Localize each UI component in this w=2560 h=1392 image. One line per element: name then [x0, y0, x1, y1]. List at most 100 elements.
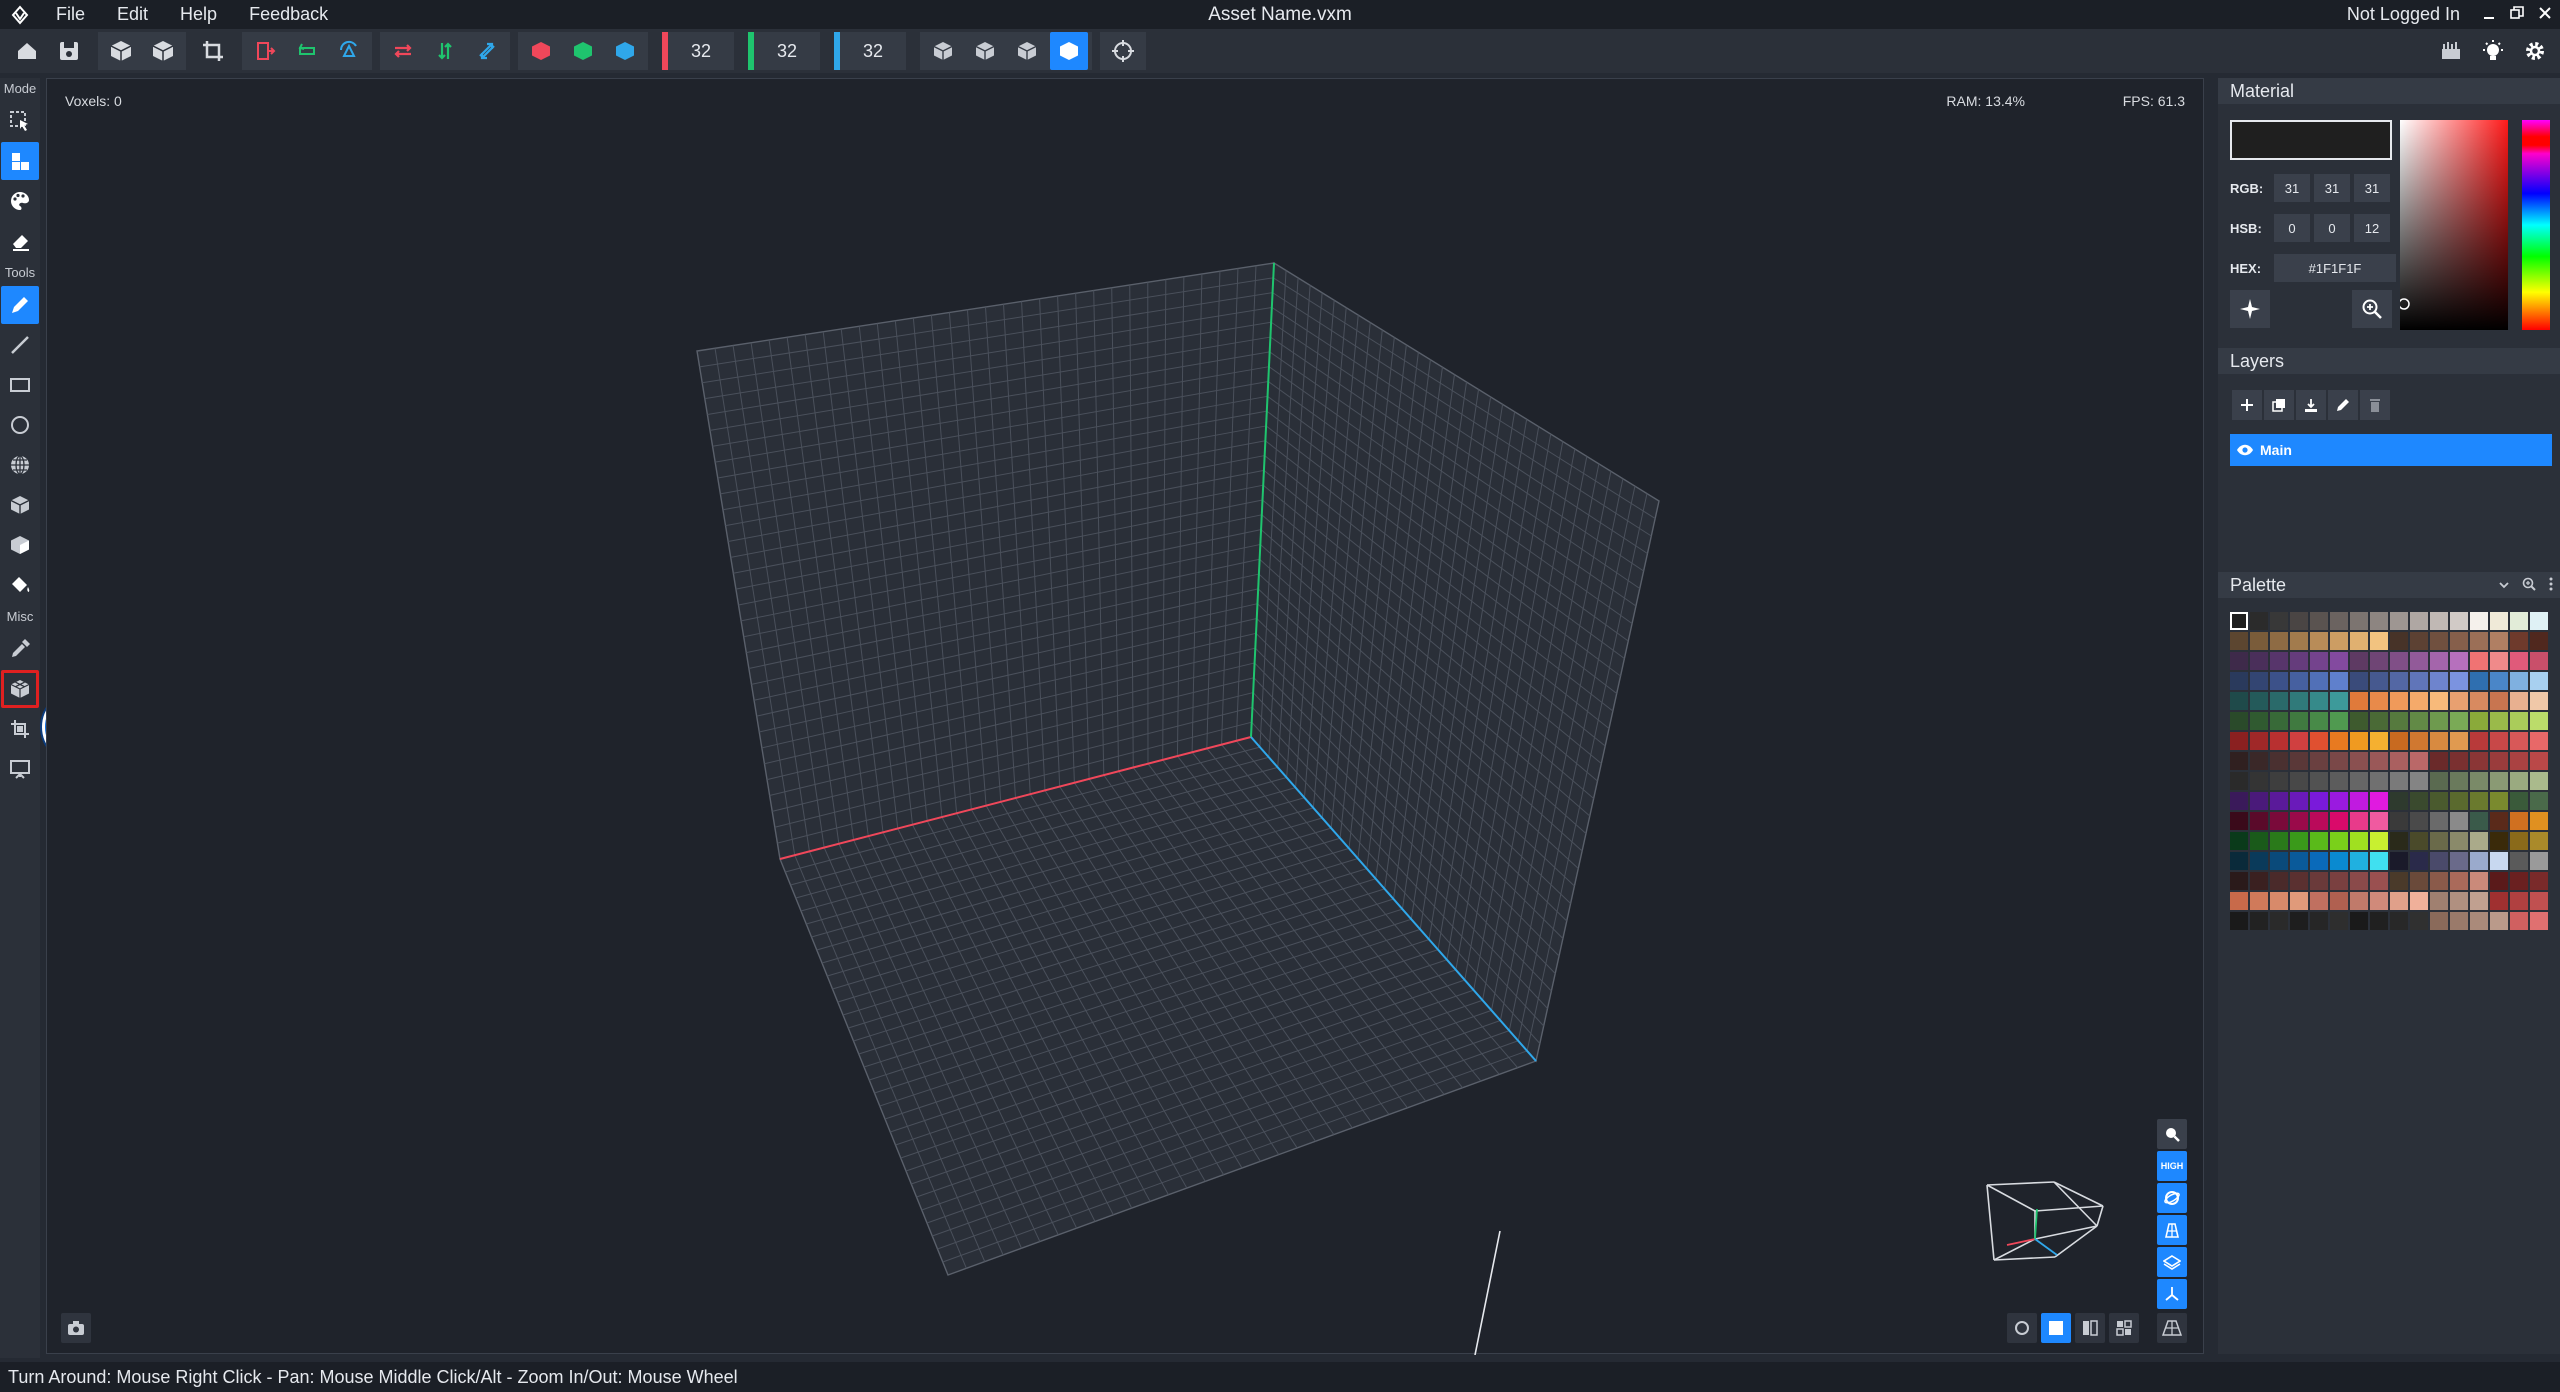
- palette-swatch[interactable]: [2310, 712, 2328, 730]
- palette-swatch[interactable]: [2430, 812, 2448, 830]
- palette-swatch[interactable]: [2390, 892, 2408, 910]
- palette-swatch[interactable]: [2350, 692, 2368, 710]
- palette-swatch[interactable]: [2290, 832, 2308, 850]
- palette-swatch[interactable]: [2410, 772, 2428, 790]
- palette-swatch[interactable]: [2490, 872, 2508, 890]
- palette-swatch[interactable]: [2510, 812, 2528, 830]
- palette-swatch[interactable]: [2510, 892, 2528, 910]
- palette-swatch[interactable]: [2450, 872, 2468, 890]
- palette-swatch[interactable]: [2250, 672, 2268, 690]
- palette-swatch[interactable]: [2310, 612, 2328, 630]
- palette-swatch[interactable]: [2270, 792, 2288, 810]
- palette-swatch[interactable]: [2410, 752, 2428, 770]
- view-cube-solid-icon[interactable]: [1050, 32, 1088, 70]
- palette-swatch[interactable]: [2290, 672, 2308, 690]
- palette-swatch[interactable]: [2370, 692, 2388, 710]
- palette-swatch[interactable]: [2370, 752, 2388, 770]
- palette-swatch[interactable]: [2290, 912, 2308, 930]
- palette-swatch[interactable]: [2430, 892, 2448, 910]
- palette-swatch[interactable]: [2530, 832, 2548, 850]
- palette-swatch[interactable]: [2250, 652, 2268, 670]
- palette-swatch[interactable]: [2510, 652, 2528, 670]
- orbit-view-icon[interactable]: [2157, 1183, 2187, 1213]
- eyedropper-icon[interactable]: [1, 630, 39, 668]
- palette-swatch[interactable]: [2530, 692, 2548, 710]
- palette-swatch[interactable]: [2270, 712, 2288, 730]
- palette-swatch[interactable]: [2230, 732, 2248, 750]
- palette-swatch[interactable]: [2490, 812, 2508, 830]
- palette-swatch[interactable]: [2330, 612, 2348, 630]
- palette-swatch[interactable]: [2230, 712, 2248, 730]
- palette-swatch[interactable]: [2490, 632, 2508, 650]
- palette-swatch[interactable]: [2310, 852, 2328, 870]
- palette-swatch[interactable]: [2430, 752, 2448, 770]
- palette-zoom-icon[interactable]: [2522, 572, 2536, 598]
- palette-swatch[interactable]: [2430, 692, 2448, 710]
- palette-swatch[interactable]: [2370, 812, 2388, 830]
- palette-swatch[interactable]: [2430, 632, 2448, 650]
- current-color-swatch[interactable]: [2230, 120, 2392, 160]
- swap-z-icon[interactable]: [468, 32, 506, 70]
- palette-swatch[interactable]: [2370, 732, 2388, 750]
- palette-swatch[interactable]: [2350, 612, 2368, 630]
- palette-swatch[interactable]: [2430, 612, 2448, 630]
- palette-swatch[interactable]: [2510, 752, 2528, 770]
- paint-mode-icon[interactable]: [1, 182, 39, 220]
- visibility-eye-icon[interactable]: [2230, 434, 2260, 466]
- palette-swatch[interactable]: [2250, 712, 2268, 730]
- palette-swatch[interactable]: [2530, 672, 2548, 690]
- rename-layer-icon[interactable]: [2328, 390, 2358, 420]
- palette-swatch[interactable]: [2290, 872, 2308, 890]
- palette-swatch[interactable]: [2530, 792, 2548, 810]
- palette-swatch[interactable]: [2290, 692, 2308, 710]
- palette-swatch[interactable]: [2470, 712, 2488, 730]
- palette-swatch[interactable]: [2290, 712, 2308, 730]
- palette-swatch[interactable]: [2470, 632, 2488, 650]
- palette-swatch[interactable]: [2230, 912, 2248, 930]
- palette-swatch[interactable]: [2330, 792, 2348, 810]
- swap-x-icon[interactable]: [384, 32, 422, 70]
- palette-swatch[interactable]: [2450, 772, 2468, 790]
- palette-swatch[interactable]: [2530, 712, 2548, 730]
- palette-swatch[interactable]: [2350, 752, 2368, 770]
- hue-slider[interactable]: [2522, 120, 2550, 330]
- palette-swatch[interactable]: [2470, 812, 2488, 830]
- palette-swatch[interactable]: [2350, 892, 2368, 910]
- palette-swatch[interactable]: [2250, 792, 2268, 810]
- grid-floor-icon[interactable]: [2157, 1313, 2187, 1343]
- palette-swatch[interactable]: [2470, 752, 2488, 770]
- palette-swatch[interactable]: [2290, 732, 2308, 750]
- palette-swatch[interactable]: [2450, 812, 2468, 830]
- palette-swatch[interactable]: [2370, 652, 2388, 670]
- palette-swatch[interactable]: [2490, 832, 2508, 850]
- palette-swatch[interactable]: [2530, 872, 2548, 890]
- palette-swatch[interactable]: [2230, 852, 2248, 870]
- layer-item-main[interactable]: Main: [2230, 434, 2552, 466]
- palette-swatch[interactable]: [2330, 872, 2348, 890]
- palette-swatch[interactable]: [2510, 712, 2528, 730]
- palette-swatch[interactable]: [2250, 692, 2268, 710]
- palette-swatch[interactable]: [2350, 912, 2368, 930]
- minimize-icon[interactable]: [2482, 4, 2496, 25]
- presentation-icon[interactable]: [1, 750, 39, 788]
- palette-swatch[interactable]: [2230, 792, 2248, 810]
- palette-swatch[interactable]: [2390, 772, 2408, 790]
- rotate-icon[interactable]: [288, 32, 326, 70]
- palette-swatch[interactable]: [2450, 832, 2468, 850]
- palette-swatch[interactable]: [2250, 632, 2268, 650]
- palette-swatch[interactable]: [2490, 692, 2508, 710]
- palette-swatch[interactable]: [2370, 912, 2388, 930]
- cube-z-icon[interactable]: [606, 32, 644, 70]
- palette-swatch[interactable]: [2390, 752, 2408, 770]
- palette-swatch[interactable]: [2390, 692, 2408, 710]
- cube-y-icon[interactable]: [564, 32, 602, 70]
- palette-swatch[interactable]: [2250, 872, 2268, 890]
- palette-swatch[interactable]: [2530, 752, 2548, 770]
- quad-view-icon[interactable]: [2109, 1313, 2139, 1343]
- palette-swatch[interactable]: [2450, 892, 2468, 910]
- palette-swatch[interactable]: [2390, 632, 2408, 650]
- palette-swatch[interactable]: [2430, 832, 2448, 850]
- ellipse-tool-icon[interactable]: [1, 406, 39, 444]
- single-view-icon[interactable]: [2041, 1313, 2071, 1343]
- palette-swatch[interactable]: [2310, 692, 2328, 710]
